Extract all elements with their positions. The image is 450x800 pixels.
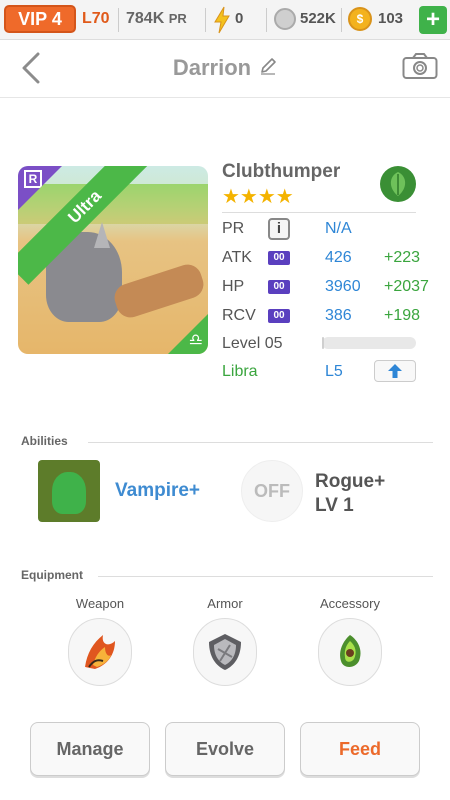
stat-value: 386 <box>325 307 352 324</box>
vip-badge[interactable]: VIP 4 <box>4 5 76 33</box>
add-currency-button[interactable]: + <box>419 6 447 34</box>
lightning-icon <box>213 6 231 39</box>
divider <box>98 576 433 577</box>
divider <box>341 8 342 32</box>
pet-portrait-card[interactable]: Ultra R ♎ <box>18 166 208 354</box>
evolve-button[interactable]: Evolve <box>165 722 285 776</box>
stat-bonus: +223 <box>384 249 421 266</box>
stat-tag: 00 <box>268 251 290 265</box>
vampire-ability-icon[interactable] <box>38 460 100 522</box>
divider <box>266 8 267 32</box>
camera-button[interactable] <box>402 52 438 85</box>
divider <box>88 442 433 443</box>
armor-slot[interactable] <box>193 618 257 686</box>
edit-name-button[interactable] <box>259 55 277 81</box>
zodiac-corner-icon: ♎ <box>168 314 208 354</box>
stat-tag: 00 <box>268 309 290 323</box>
green-gem-icon <box>340 635 361 667</box>
power-value: 784K <box>126 10 165 27</box>
equipment-section-title: Equipment <box>21 568 83 582</box>
stat-bonus: +198 <box>384 307 421 324</box>
zodiac-symbol: ♎ <box>188 332 203 349</box>
accessory-slot[interactable] <box>318 618 382 686</box>
coin-icon: $ <box>348 7 372 31</box>
stat-row-hp: HP 00 3960 +2037 <box>222 278 432 302</box>
player-power: 784K PR <box>126 10 187 28</box>
camera-icon <box>402 53 438 79</box>
energy-value: 0 <box>235 10 244 27</box>
zodiac-label: Libra <box>222 363 258 380</box>
rank-letter: R <box>24 170 42 188</box>
ability-state: OFF <box>254 480 290 501</box>
manage-button[interactable]: Manage <box>30 722 150 776</box>
leaf-element-icon <box>380 166 416 202</box>
stat-label: PR <box>222 220 245 237</box>
stat-value: N/A <box>325 220 352 237</box>
stat-label: ATK <box>222 249 252 266</box>
pencil-icon <box>261 58 276 75</box>
abilities-section-title: Abilities <box>21 434 68 448</box>
pet-nickname: Darrion <box>172 55 252 80</box>
pet-weapon-art <box>110 260 208 322</box>
level-progress-fill <box>322 337 324 349</box>
food-value: 522K <box>300 10 336 27</box>
pet-species-name: Clubthumper <box>222 161 341 182</box>
accessory-label: Accessory <box>320 596 380 611</box>
secondary-ability-toggle[interactable]: OFF <box>241 460 303 522</box>
stat-bonus: +2037 <box>384 278 429 295</box>
weapon-slot[interactable] <box>68 618 132 686</box>
divider <box>222 212 416 213</box>
primary-ability-name[interactable]: Vampire+ <box>115 480 200 502</box>
arrow-up-icon <box>388 364 402 378</box>
stat-value: 3960 <box>325 278 361 295</box>
player-level: L70 <box>82 10 110 27</box>
stone-shield-icon <box>209 634 241 670</box>
secondary-ability-level: LV 1 <box>315 495 354 516</box>
feed-button[interactable]: Feed <box>300 722 420 776</box>
stat-row-atk: ATK 00 426 +223 <box>222 249 432 273</box>
secondary-ability[interactable]: Rogue+ LV 1 <box>315 470 385 518</box>
power-unit: PR <box>168 11 187 26</box>
zodiac-level: L5 <box>325 363 343 380</box>
header: Darrion <box>0 40 450 98</box>
stat-row-rcv: RCV 00 386 +198 <box>222 307 432 331</box>
armor-label: Armor <box>207 596 243 611</box>
stat-row-pr: PR N/A <box>222 220 432 244</box>
divider <box>205 8 206 32</box>
star-rating: ★★★★ <box>222 186 294 208</box>
flame-claw-icon <box>85 635 115 669</box>
upgrade-zodiac-button[interactable] <box>374 360 416 382</box>
pr-info-button[interactable]: i <box>268 218 290 240</box>
level-progress-bar <box>322 337 416 349</box>
stat-label: HP <box>222 278 245 295</box>
stat-tag: 00 <box>268 280 290 294</box>
weapon-label: Weapon <box>75 596 125 611</box>
status-bar: VIP 4 L70 784K PR 0 522K $ 103 + <box>0 0 450 40</box>
stat-value: 426 <box>325 249 352 266</box>
level-label: Level 05 <box>222 335 283 352</box>
paw-icon <box>274 8 296 30</box>
divider <box>118 8 119 32</box>
secondary-ability-name: Rogue+ <box>315 471 386 492</box>
stat-label: RCV <box>222 307 256 324</box>
coin-value: 103 <box>378 10 404 27</box>
